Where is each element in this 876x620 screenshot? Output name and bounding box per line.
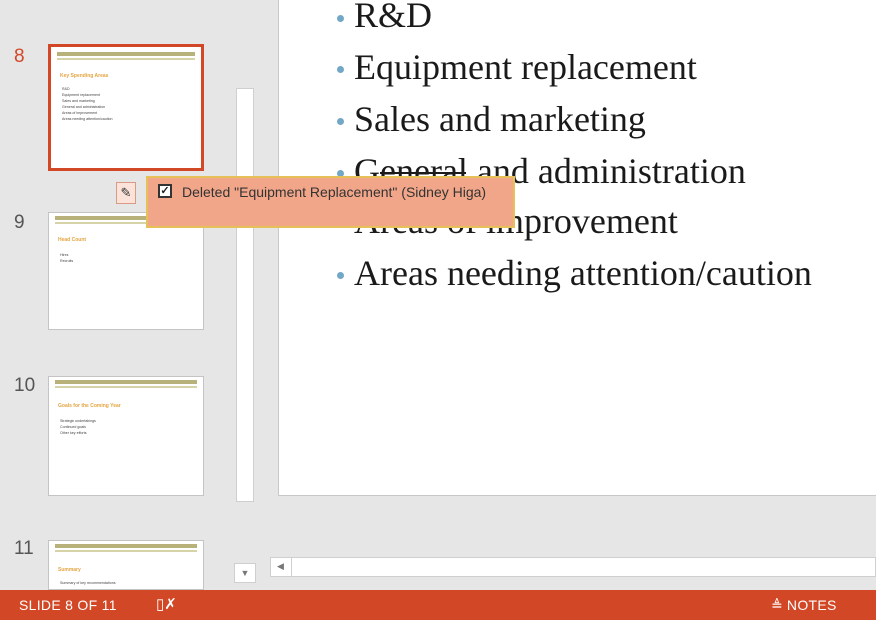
notes-label: NOTES <box>786 597 837 613</box>
thumbnail-bullet: Continued goals <box>60 425 86 429</box>
horizontal-scrollbar[interactable] <box>270 557 876 577</box>
slide-canvas[interactable]: R&D Equipment replacement Sales and mark… <box>278 0 876 496</box>
slide-thumbnail-8[interactable]: Key Spending Areas R&D Equipment replace… <box>48 44 204 171</box>
slide-bullet[interactable]: R&D <box>354 0 432 36</box>
thumbnail-title-bar <box>57 58 195 60</box>
thumbnail-title-bar <box>55 544 197 548</box>
thumbnail-bullet: Areas needing attention/caution <box>62 117 113 121</box>
revision-tooltip[interactable]: ✓ Deleted "Equipment Replacement" (Sidne… <box>146 176 515 228</box>
thumbnail-bullet: Other key efforts <box>60 431 87 435</box>
thumbnail-bullet: Sales and marketing <box>62 99 95 103</box>
thumbnail-bullet: Hires <box>60 253 69 257</box>
slide-bullet[interactable]: Areas needing attention/caution <box>354 252 812 294</box>
thumbnail-bullet: General and administration <box>62 105 106 109</box>
slide-bullet[interactable]: Equipment replacement <box>354 46 697 88</box>
bullet-dot <box>337 272 344 279</box>
thumbnail-title: Summary <box>58 567 81 573</box>
notes-icon: ≜ <box>771 597 784 613</box>
thumbnail-bullet: Strategic undertakings <box>60 419 96 423</box>
thumbnail-bullet: Equipment replacement <box>62 93 100 97</box>
thumbnail-number-9: 9 <box>14 212 25 233</box>
bullet-dot <box>337 15 344 22</box>
checkbox-icon[interactable]: ✓ <box>158 184 172 198</box>
slide-thumbnail-9[interactable]: Head Count Hires Recruits <box>48 212 204 330</box>
scroll-left-icon[interactable]: ◀ <box>270 557 292 577</box>
thumbnail-bullet: Areas of improvement <box>62 111 98 115</box>
thumbnail-bullet: Summary of key recommendations <box>60 581 116 585</box>
slide-bullet[interactable]: Sales and marketing <box>354 98 646 140</box>
thumbnail-number-11: 11 <box>14 538 34 559</box>
slide-thumbnail-pane[interactable]: 8 Key Spending Areas R&D Equipment repla… <box>0 0 232 590</box>
spellcheck-icon[interactable]: ▯✗ <box>156 595 177 613</box>
bullet-dot <box>337 66 344 73</box>
thumbnail-number-10: 10 <box>14 375 36 396</box>
thumbnail-title-bar <box>55 386 197 388</box>
thumbnail-title-bar <box>57 52 195 56</box>
powerpoint-window: 8 Key Spending Areas R&D Equipment repla… <box>0 0 876 620</box>
notes-button[interactable]: ≜ NOTES <box>771 597 837 614</box>
underline-mark <box>380 172 466 174</box>
thumbnail-bullet: R&D <box>62 87 70 91</box>
slide-indicator[interactable]: SLIDE 8 OF 11 <box>19 597 117 613</box>
thumbnail-title-bar <box>55 550 197 552</box>
revision-marker-icon[interactable]: ✎ <box>116 182 136 204</box>
slide-thumbnail-11[interactable]: Summary Summary of key recommendations <box>48 540 204 590</box>
thumbnail-number-8: 8 <box>14 46 25 67</box>
thumbnail-title: Goals for the Coming Year <box>58 403 121 409</box>
status-bar: SLIDE 8 OF 11 ▯✗ ≜ NOTES <box>0 590 876 620</box>
thumbnail-bullet: Recruits <box>60 259 74 263</box>
scroll-down-icon[interactable]: ▼ <box>234 563 256 583</box>
bullet-dot <box>337 118 344 125</box>
thumbnail-title: Key Spending Areas <box>60 73 109 79</box>
thumbnail-title-bar <box>55 380 197 384</box>
slide-thumbnail-10[interactable]: Goals for the Coming Year Strategic unde… <box>48 376 204 496</box>
thumbnail-scrollbar-thumb[interactable] <box>236 88 254 502</box>
revision-text: Deleted "Equipment Replacement" (Sidney … <box>182 184 487 200</box>
thumbnail-title: Head Count <box>58 237 87 243</box>
